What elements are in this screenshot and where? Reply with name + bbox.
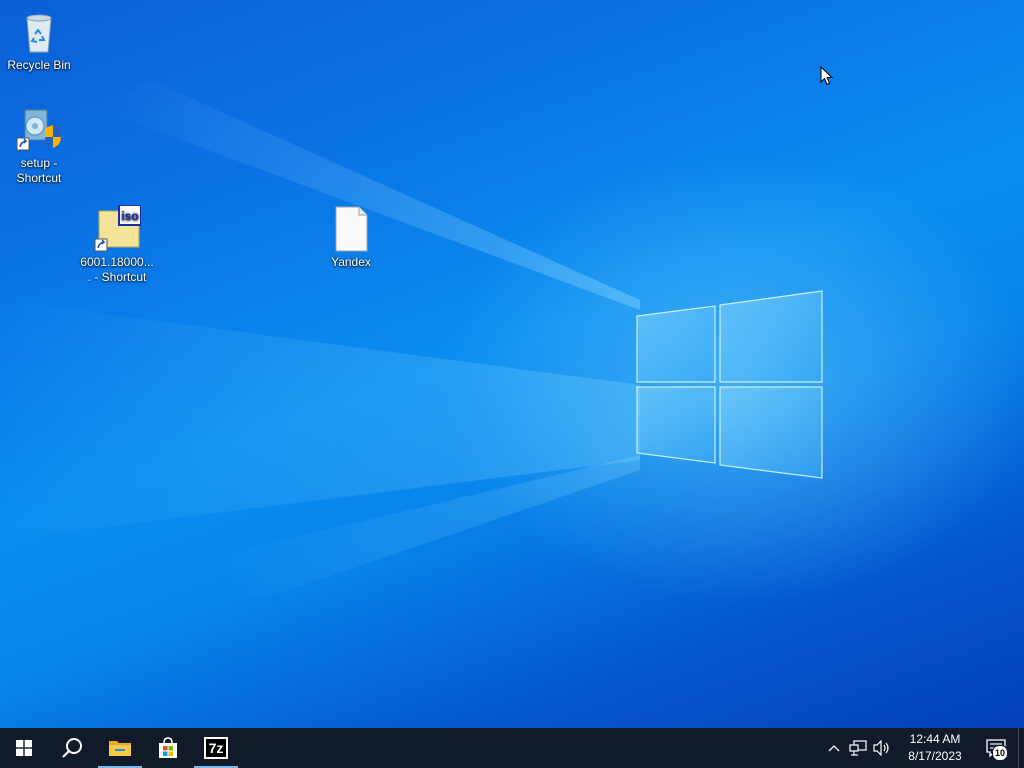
taskbar-file-explorer[interactable] (96, 728, 144, 768)
setup-shortcut-icon (15, 106, 63, 154)
system-tray: 12:44 AM 8/17/2023 10 (822, 728, 1024, 768)
folder-icon (109, 741, 131, 756)
wallpaper-windows-logo (636, 290, 823, 479)
volume-button[interactable] (870, 728, 894, 768)
iso-shortcut-icon: iso (93, 204, 142, 253)
desktop-icon-setup-shortcut[interactable]: setup - Shortcut (1, 106, 77, 186)
taskbar: 7z 12:44 AM 8/17/2023 10 (0, 728, 1024, 768)
blank-file-icon (327, 205, 375, 253)
chevron-up-icon (828, 745, 840, 752)
clock[interactable]: 12:44 AM 8/17/2023 (900, 731, 970, 765)
wallpaper-beams (0, 80, 823, 600)
desktop: Recycle Bin setup - Shortcut iso 6001.18… (0, 0, 1024, 728)
taskbar-microsoft-store[interactable] (144, 728, 192, 768)
taskbar-7zip[interactable]: 7z (192, 728, 240, 768)
show-desktop-button[interactable] (1018, 728, 1024, 768)
mouse-cursor-icon (820, 66, 834, 86)
clock-date: 8/17/2023 (908, 749, 962, 763)
desktop-icon-label: Recycle Bin (7, 58, 71, 72)
desktop-icon-label: 6001.18000.... - Shortcut (80, 255, 154, 284)
notification-count-badge: 10 (992, 745, 1008, 761)
desktop-icon-recycle-bin[interactable]: Recycle Bin (1, 8, 77, 73)
show-hidden-icons-button[interactable] (822, 728, 846, 768)
svg-text:iso: iso (121, 209, 138, 223)
store-bag-icon (159, 737, 177, 758)
action-center-button[interactable]: 10 (976, 728, 1016, 768)
volume-icon (873, 740, 889, 756)
desktop-icon-yandex[interactable]: Yandex (313, 205, 389, 270)
start-button[interactable] (0, 728, 48, 768)
recycle-bin-icon (15, 8, 63, 56)
search-icon (62, 738, 82, 758)
windows-logo-icon (16, 740, 32, 756)
network-button[interactable] (846, 728, 870, 768)
network-icon (849, 740, 867, 756)
clock-time: 12:44 AM (909, 732, 961, 746)
desktop-icon-iso-shortcut[interactable]: iso 6001.18000.... - Shortcut (79, 204, 155, 285)
desktop-icon-label: Yandex (331, 255, 371, 269)
7zip-icon-text: 7z (208, 740, 224, 756)
search-button[interactable] (48, 728, 96, 768)
desktop-icon-label: setup - Shortcut (16, 156, 62, 185)
